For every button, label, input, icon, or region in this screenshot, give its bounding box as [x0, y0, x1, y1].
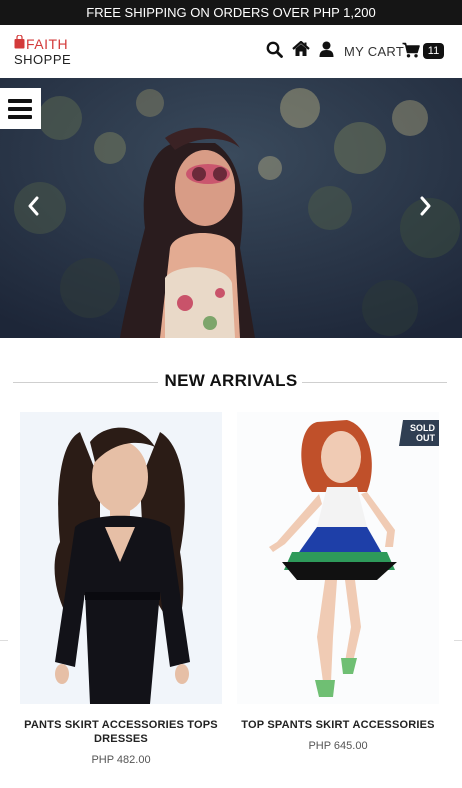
promo-text: FREE SHIPPING ON ORDERS OVER PHP 1,200 [86, 5, 376, 20]
product-photo [20, 412, 222, 704]
product-name[interactable]: PANTS SKIRT ACCESSORIES TOPS DRESSES [20, 718, 222, 746]
cart-icon[interactable] [402, 42, 420, 58]
carousel-edge [0, 640, 8, 641]
carousel-edge [454, 640, 462, 641]
user-icon[interactable] [319, 41, 334, 57]
section-title: NEW ARRIVALS [164, 371, 298, 390]
sold-out-text: SOLD OUT [409, 423, 435, 443]
promo-banner: FREE SHIPPING ON ORDERS OVER PHP 1,200 [0, 0, 462, 25]
shopping-bag-icon [14, 35, 25, 49]
menu-bar [8, 99, 32, 103]
chevron-left-icon[interactable] [27, 196, 39, 216]
new-arrivals-heading: NEW ARRIVALS [0, 370, 462, 394]
search-icon[interactable] [266, 41, 283, 58]
product-image[interactable] [20, 412, 222, 704]
hero-slider[interactable] [0, 78, 462, 338]
logo-text-shoppe: SHOPPE [14, 52, 72, 67]
product-card[interactable]: PANTS SKIRT ACCESSORIES TOPS DRESSES PHP… [20, 412, 222, 766]
product-image[interactable]: SOLD OUT [237, 412, 439, 704]
product-price: PHP 482.00 [91, 754, 151, 766]
product-photo [237, 412, 439, 704]
product-price: PHP 645.00 [308, 740, 368, 752]
menu-bar [8, 115, 32, 119]
site-logo[interactable]: FAITH SHOPPE [14, 32, 74, 68]
hero-image [0, 78, 462, 338]
product-name[interactable]: TOP SPANTS SKIRT ACCESSORIES [237, 718, 439, 732]
site-header: FAITH SHOPPE MY CART 11 [0, 25, 462, 78]
cart-count-badge: 11 [423, 43, 444, 59]
chevron-right-icon[interactable] [420, 196, 432, 216]
logo-text-faith: FAITH [26, 36, 69, 52]
home-icon[interactable] [292, 41, 310, 57]
product-card[interactable]: SOLD OUT TOP SPANTS SKIRT ACCESSORIES PHP… [237, 412, 439, 752]
my-cart-link[interactable]: MY CART [344, 44, 404, 59]
menu-bar [8, 107, 32, 111]
hamburger-menu-icon[interactable] [0, 88, 41, 129]
sold-out-badge: SOLD OUT [399, 420, 439, 446]
